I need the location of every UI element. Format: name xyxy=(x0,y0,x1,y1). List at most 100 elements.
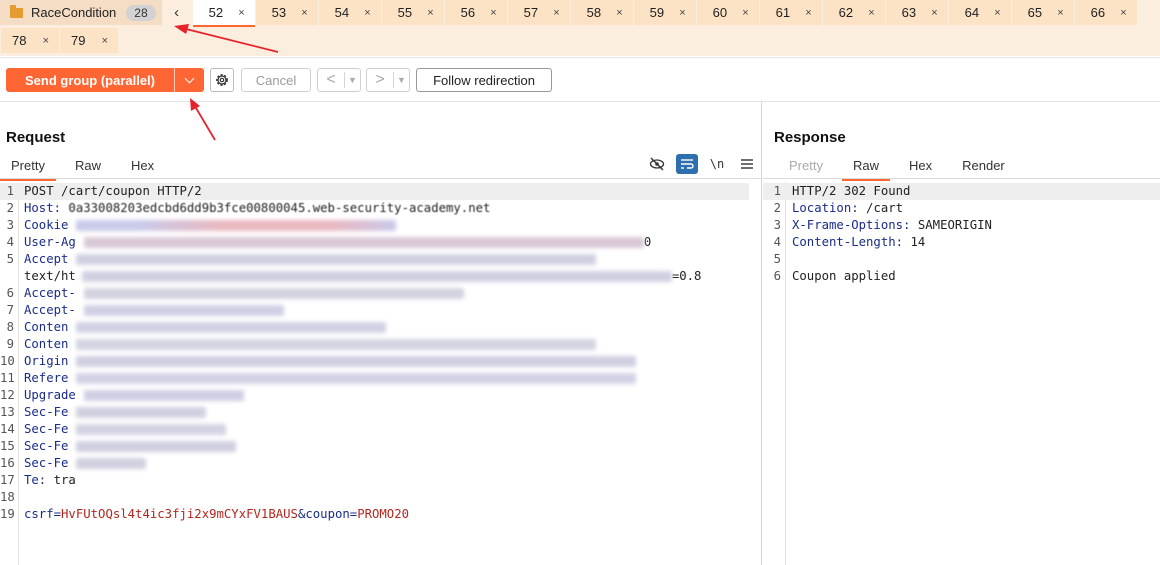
settings-button[interactable] xyxy=(210,68,234,92)
close-icon[interactable]: × xyxy=(742,7,748,19)
close-icon[interactable]: × xyxy=(427,7,433,19)
tab-66[interactable]: 66 × xyxy=(1073,0,1137,25)
forward-arrow-icon: > xyxy=(375,71,385,88)
close-icon[interactable]: × xyxy=(364,7,370,19)
redacted-value xyxy=(76,458,147,469)
word-wrap-icon[interactable] xyxy=(676,154,698,174)
tab-label: 78 xyxy=(12,33,27,48)
folder-icon xyxy=(10,4,23,18)
tab-53[interactable]: 53 × xyxy=(254,0,318,25)
line-text: text/ht =0.8 xyxy=(24,268,701,285)
header-name: Accept- xyxy=(24,286,76,300)
request-line: 14 Sec-Fe xyxy=(0,421,749,438)
request-line: 12 Upgrade xyxy=(0,387,749,404)
redacted-value xyxy=(76,441,237,452)
request-line: 3 Cookie xyxy=(0,217,749,234)
line-number: 4 xyxy=(773,235,781,249)
tab-52[interactable]: 52 × xyxy=(191,0,255,27)
line-tail: 0 xyxy=(643,235,652,249)
request-line: 2 Host: 0a33008203edcbd6dd9b3fce00800045.… xyxy=(0,200,749,217)
response-editor[interactable]: 1 HTTP/2 302 Found 2 Location: /cart 3 X-Fram… xyxy=(763,182,1160,565)
tab-61[interactable]: 61 × xyxy=(758,0,822,25)
newline-toggle-icon[interactable]: \n xyxy=(706,154,728,174)
redacted-value xyxy=(76,356,637,367)
cancel-button[interactable]: Cancel xyxy=(241,68,311,92)
request-line: 15 Sec-Fe xyxy=(0,438,749,455)
forward-history-dropdown-icon[interactable]: ▼ xyxy=(394,75,409,85)
line-text: POST /cart/coupon HTTP/2 xyxy=(24,183,202,200)
group-count-badge: 28 xyxy=(126,4,156,21)
line-number: 17 xyxy=(0,473,15,487)
hide-eye-icon[interactable] xyxy=(646,154,668,174)
tab-request-raw[interactable]: Raw xyxy=(64,155,112,179)
close-icon[interactable]: × xyxy=(805,7,811,19)
tab-63[interactable]: 63 × xyxy=(884,0,948,25)
tab-response-hex[interactable]: Hex xyxy=(898,155,943,179)
follow-redirection-button[interactable]: Follow redirection xyxy=(416,68,552,92)
tab-78[interactable]: 78 × xyxy=(0,28,59,53)
tab-57[interactable]: 57 × xyxy=(506,0,570,25)
tab-59[interactable]: 59 × xyxy=(632,0,696,25)
line-number: 1 xyxy=(773,184,781,198)
tab-60[interactable]: 60 × xyxy=(695,0,759,25)
redacted-value xyxy=(76,254,597,265)
line-text: Accept- xyxy=(24,302,284,319)
back-button[interactable]: < ▼ xyxy=(317,68,361,92)
tab-response-render[interactable]: Render xyxy=(951,155,1016,179)
chevron-left-icon[interactable]: ‹ xyxy=(162,0,192,25)
close-icon[interactable]: × xyxy=(553,7,559,19)
close-icon[interactable]: × xyxy=(931,7,937,19)
tab-label: 63 xyxy=(901,5,917,20)
request-line: 10 Origin xyxy=(0,353,749,370)
request-line: 4 User-Ag 0 xyxy=(0,234,749,251)
line-number: 4 xyxy=(6,235,14,249)
tab-62[interactable]: 62 × xyxy=(821,0,885,25)
header-name: Sec-Fe xyxy=(24,405,69,419)
tab-row-2: 78 × 79 × xyxy=(0,28,118,54)
tab-request-pretty[interactable]: Pretty xyxy=(0,155,56,181)
send-mode-dropdown-button[interactable] xyxy=(174,68,204,92)
close-icon[interactable]: × xyxy=(1120,7,1126,19)
tab-54[interactable]: 54 × xyxy=(317,0,381,25)
response-line: 6 Coupon applied xyxy=(763,268,1160,285)
line-number: 15 xyxy=(0,439,15,453)
tab-label: 55 xyxy=(397,5,413,20)
header-name: Accept xyxy=(24,252,69,266)
tab-64[interactable]: 64 × xyxy=(947,0,1011,25)
redacted-value xyxy=(76,424,227,435)
redacted-value xyxy=(76,407,207,418)
tab-56[interactable]: 56 × xyxy=(443,0,507,25)
tab-58[interactable]: 58 × xyxy=(569,0,633,25)
close-icon[interactable]: × xyxy=(679,7,685,19)
line-number: 14 xyxy=(0,422,15,436)
close-icon[interactable]: × xyxy=(868,7,874,19)
line-number: 3 xyxy=(773,218,781,232)
close-icon[interactable]: × xyxy=(43,35,49,47)
menu-icon[interactable] xyxy=(736,154,758,174)
back-history-dropdown-icon[interactable]: ▼ xyxy=(345,75,360,85)
request-line: 6 Accept- xyxy=(0,285,749,302)
tab-79[interactable]: 79 × xyxy=(59,28,118,53)
tab-response-pretty[interactable]: Pretty xyxy=(778,155,834,179)
request-editor[interactable]: 1 POST /cart/coupon HTTP/2 2 Host: 0a330082… xyxy=(0,182,761,565)
header-value: 0a33008203edcbd6dd9b3fce00800045.web-sec… xyxy=(61,201,491,215)
close-icon[interactable]: × xyxy=(616,7,622,19)
close-icon[interactable]: × xyxy=(490,7,496,19)
close-icon[interactable]: × xyxy=(238,7,244,19)
close-icon[interactable]: × xyxy=(994,7,1000,19)
forward-button[interactable]: > ▼ xyxy=(366,68,410,92)
close-icon[interactable]: × xyxy=(1057,7,1063,19)
close-icon[interactable]: × xyxy=(301,7,307,19)
line-number: 3 xyxy=(6,218,14,232)
tab-65[interactable]: 65 × xyxy=(1010,0,1074,25)
line-number: 13 xyxy=(0,405,15,419)
close-icon[interactable]: × xyxy=(102,35,108,47)
tab-55[interactable]: 55 × xyxy=(380,0,444,25)
redacted-value xyxy=(76,322,387,333)
line-text: Origin xyxy=(24,353,637,370)
tab-group-racecondition[interactable]: RaceCondition 28 xyxy=(0,0,162,25)
editor-tools: \n xyxy=(638,154,758,174)
tab-request-hex[interactable]: Hex xyxy=(120,155,165,179)
tab-response-raw[interactable]: Raw xyxy=(841,155,890,181)
send-group-parallel-button[interactable]: Send group (parallel) xyxy=(6,68,174,92)
